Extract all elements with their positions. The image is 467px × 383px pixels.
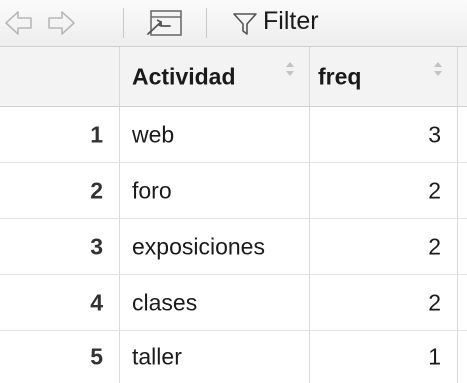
header-cell-index <box>0 47 120 106</box>
funnel-icon[interactable] <box>232 12 258 41</box>
actividad-cell[interactable]: web <box>120 107 310 162</box>
table-row[interactable]: 3 exposiciones 2 <box>0 219 467 275</box>
freq-cell[interactable]: 1 <box>310 331 458 383</box>
column-header-label: Actividad <box>132 63 236 89</box>
header-cell-actividad[interactable]: Actividad <box>120 47 310 106</box>
row-index-cell: 1 <box>0 107 120 162</box>
freq-cell[interactable]: 3 <box>310 107 458 162</box>
freq-cell[interactable]: 2 <box>310 219 458 274</box>
sort-icon[interactable] <box>432 60 444 83</box>
row-index-cell: 5 <box>0 331 120 383</box>
sort-icon[interactable] <box>284 60 296 83</box>
header-cell-freq[interactable]: freq <box>310 47 458 106</box>
arrow-left-icon[interactable] <box>4 9 34 42</box>
toolbar-separator <box>123 8 124 38</box>
actividad-cell[interactable]: taller <box>120 331 310 383</box>
row-index-cell: 4 <box>0 275 120 330</box>
table-row[interactable]: 2 foro 2 <box>0 163 467 219</box>
actividad-cell[interactable]: foro <box>120 163 310 218</box>
freq-cell[interactable]: 2 <box>310 275 458 330</box>
toolbar-separator <box>206 8 207 38</box>
row-index-cell: 3 <box>0 219 120 274</box>
actividad-cell[interactable]: exposiciones <box>120 219 310 274</box>
filter-button-label[interactable]: Filter <box>263 7 319 36</box>
viewer-toolbar: Filter <box>0 0 467 47</box>
row-index-cell: 2 <box>0 163 120 218</box>
actividad-cell[interactable]: clases <box>120 275 310 330</box>
table-row[interactable]: 4 clases 2 <box>0 275 467 331</box>
table-header-row: Actividad freq <box>0 47 467 107</box>
table-row[interactable]: 5 taller 1 <box>0 331 467 383</box>
arrow-right-icon[interactable] <box>46 9 76 42</box>
table-row[interactable]: 1 web 3 <box>0 107 467 163</box>
column-header-label: freq <box>318 63 362 89</box>
show-in-window-icon[interactable] <box>145 8 185 43</box>
freq-cell[interactable]: 2 <box>310 163 458 218</box>
